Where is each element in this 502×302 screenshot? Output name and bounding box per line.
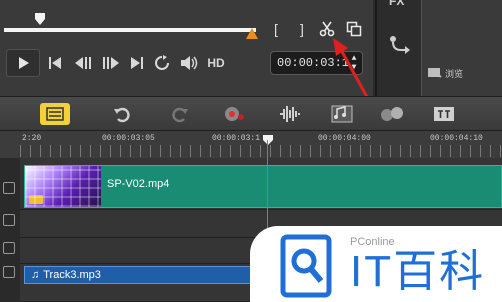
ruler-label: 00:00:04:10 <box>430 134 483 143</box>
watermark-brand: IT百科 <box>350 247 486 296</box>
undo-icon <box>114 107 130 123</box>
repeat-icon <box>155 55 169 70</box>
audio-clip[interactable]: ♫ Track3.mp3 <box>24 266 254 284</box>
record-icon <box>225 107 244 121</box>
go-to-start-button[interactable] <box>46 52 64 74</box>
ruler-label: 00:00:03:1 <box>212 134 261 143</box>
go-to-end-button[interactable] <box>128 52 146 74</box>
mark-out-label: ] <box>300 21 304 37</box>
path-icon[interactable] <box>388 34 412 56</box>
undo-button[interactable] <box>112 103 134 125</box>
voice-track-toggle[interactable] <box>3 266 15 278</box>
audio-wave-icon <box>280 106 300 122</box>
track-header-column <box>0 158 20 302</box>
storyboard-view-button[interactable] <box>40 103 70 125</box>
clip-title: SP-V02.mp4 <box>107 178 170 190</box>
motion-circles-icon <box>381 107 403 121</box>
mark-out-button[interactable]: ] <box>292 18 312 40</box>
scissors-icon <box>319 21 335 37</box>
hd-label: HD <box>207 56 225 70</box>
step-forward-icon <box>103 57 119 69</box>
speaker-icon <box>29 195 43 204</box>
browse-label: 浏览 <box>445 68 464 79</box>
music-note-icon: ♫ <box>31 269 40 281</box>
mark-in-button[interactable]: [ <box>266 18 286 40</box>
sound-mixer-button[interactable] <box>278 103 302 125</box>
mark-out-marker-icon[interactable] <box>246 26 258 40</box>
skip-end-icon <box>131 57 143 69</box>
ruler-label: 00:00:04:00 <box>318 134 371 143</box>
previous-frame-button[interactable] <box>72 52 94 74</box>
subtitle-icon <box>434 107 454 121</box>
browse-button[interactable]: 浏览 <box>428 66 474 80</box>
ruler-ticks <box>20 145 502 157</box>
ruler-label: 2:20 <box>22 134 42 143</box>
magnifier-logo-icon <box>280 234 332 298</box>
timeline-ruler[interactable]: 2:20 00:00:03:05 00:00:03:1 00:00:04:00 … <box>0 130 502 158</box>
volume-button[interactable] <box>178 52 200 74</box>
play-button[interactable] <box>6 49 40 77</box>
auto-music-button[interactable] <box>330 103 354 125</box>
library-panel: FX <box>375 0 502 96</box>
clip-thumbnail <box>25 166 101 207</box>
hd-preview-button[interactable]: HD <box>204 52 228 74</box>
copy-window-icon <box>346 21 362 37</box>
overlay-track-toggle[interactable] <box>3 214 15 226</box>
repeat-button[interactable] <box>152 52 172 74</box>
video-clip[interactable]: SP-V02.mp4 <box>24 165 502 208</box>
motion-tracking-button[interactable] <box>378 103 406 125</box>
playhead-icon[interactable] <box>262 134 274 146</box>
video-track-toggle[interactable] <box>3 182 15 194</box>
fx-tab[interactable]: FX <box>389 0 404 8</box>
subtitle-editor-button[interactable] <box>432 103 456 125</box>
record-capture-button[interactable] <box>222 103 246 125</box>
next-frame-button[interactable] <box>100 52 122 74</box>
redo-button[interactable] <box>168 103 190 125</box>
skip-start-icon <box>49 57 61 69</box>
watermark: PConline IT百科 <box>250 226 502 302</box>
step-back-icon <box>75 57 91 69</box>
music-score-icon <box>331 105 353 123</box>
preview-player: HD [ ] 00:00:03:1 ▲ ▼ <box>0 0 373 96</box>
timeline-toolbar <box>0 96 502 130</box>
storyboard-icon <box>46 107 64 121</box>
audio-clip-title: Track3.mp3 <box>43 269 101 281</box>
ruler-label: 00:00:03:05 <box>102 134 155 143</box>
browse-icon <box>428 68 442 78</box>
redo-icon <box>172 107 188 123</box>
volume-icon <box>181 56 198 70</box>
play-icon <box>19 57 29 69</box>
scrub-bar[interactable] <box>4 28 256 32</box>
scrub-handle-icon[interactable] <box>34 12 46 26</box>
mark-in-label: [ <box>274 21 278 37</box>
library-content <box>421 0 502 96</box>
title-track-toggle[interactable] <box>3 242 15 254</box>
